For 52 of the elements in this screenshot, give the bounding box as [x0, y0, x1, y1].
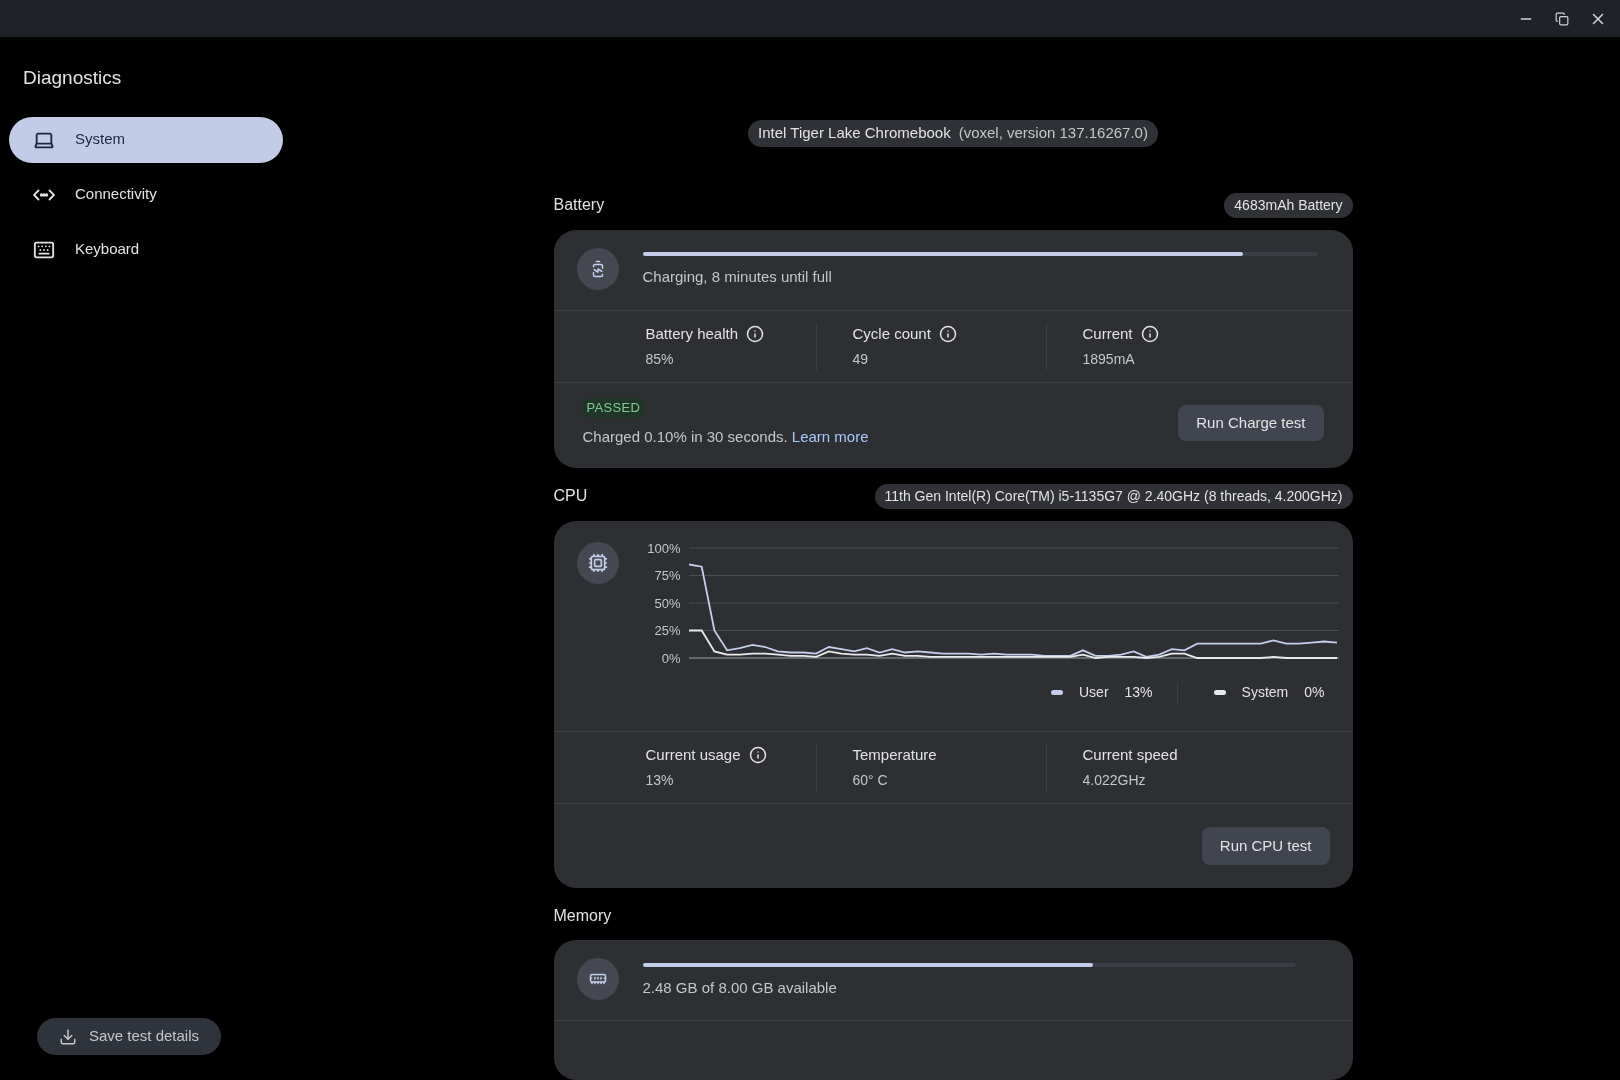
- axis-label: 50%: [654, 596, 681, 610]
- app-title: Diagnostics: [22, 66, 123, 90]
- axis-label: 75%: [654, 569, 681, 583]
- run-charge-test-button[interactable]: Run Charge test: [1178, 405, 1324, 441]
- legend-label: User: [1079, 682, 1109, 702]
- result-message: Charged 0.10% in 30 seconds. Learn more: [582, 426, 869, 447]
- stat-value: 49: [852, 350, 870, 369]
- status-badge: PASSED: [582, 398, 645, 418]
- legend-label: System: [1241, 682, 1289, 702]
- section-title: CPU: [553, 486, 588, 507]
- stat-label: Current speed: [1082, 744, 1178, 765]
- learn-more-link[interactable]: Learn more: [791, 427, 869, 445]
- info-icon[interactable]: [748, 746, 767, 764]
- stat-value: 4.022GHz: [1082, 771, 1147, 791]
- run-cpu-test-button[interactable]: Run CPU test: [1201, 827, 1330, 866]
- axis-label: 0%: [661, 651, 681, 665]
- info-icon[interactable]: [938, 324, 957, 343]
- info-icon[interactable]: [746, 324, 765, 343]
- line-series: [688, 563, 1338, 658]
- stat-value: 85%: [645, 350, 675, 369]
- legend-value: 0%: [1304, 682, 1325, 702]
- cpu-chip-icon: [587, 552, 608, 573]
- restore-icon[interactable]: [1555, 11, 1569, 26]
- save-test-details-button[interactable]: Save test details: [37, 1018, 221, 1055]
- stat-value: 13%: [645, 771, 675, 791]
- legend-swatch: [1213, 689, 1226, 695]
- stat-value: 1895mA: [1082, 350, 1136, 369]
- info-icon[interactable]: [1140, 324, 1159, 343]
- section-title: Battery: [553, 195, 605, 215]
- stat-label: Battery health: [645, 323, 739, 344]
- nav-item[interactable]: Keyboard: [9, 226, 283, 273]
- line-series: [688, 629, 1338, 659]
- download-icon: [58, 1027, 77, 1046]
- memory-status: 2.48 GB of 8.00 GB available: [642, 977, 838, 998]
- section-title: Memory: [553, 906, 612, 926]
- stat-label: Current: [1082, 323, 1133, 344]
- stat-label: Temperature: [852, 744, 937, 765]
- info-badge: 11th Gen Intel(R) Core(TM) i5-1135G7 @ 2.40GHz (8 threads, 4.200GHz): [874, 483, 1353, 509]
- axis-label: 25%: [654, 624, 681, 638]
- legend-swatch: [1051, 689, 1063, 695]
- device-name: Intel Tiger Lake Chromebook: [758, 123, 951, 143]
- axis-label: 100%: [647, 541, 681, 555]
- info-badge: 4683mAh Battery: [1224, 192, 1353, 218]
- device-version: (voxel, version 137.16267.0): [958, 123, 1148, 143]
- stat-label: Current usage: [645, 744, 741, 765]
- stat-value: 60° C: [852, 771, 889, 791]
- nav-item[interactable]: Connectivity: [9, 171, 283, 218]
- code-arrows-icon: [33, 187, 55, 202]
- nav-item[interactable]: System: [9, 116, 283, 163]
- legend-value: 13%: [1124, 682, 1153, 702]
- battery-status: Charging, 8 minutes until full: [642, 267, 833, 288]
- stat-label: Cycle count: [852, 323, 931, 344]
